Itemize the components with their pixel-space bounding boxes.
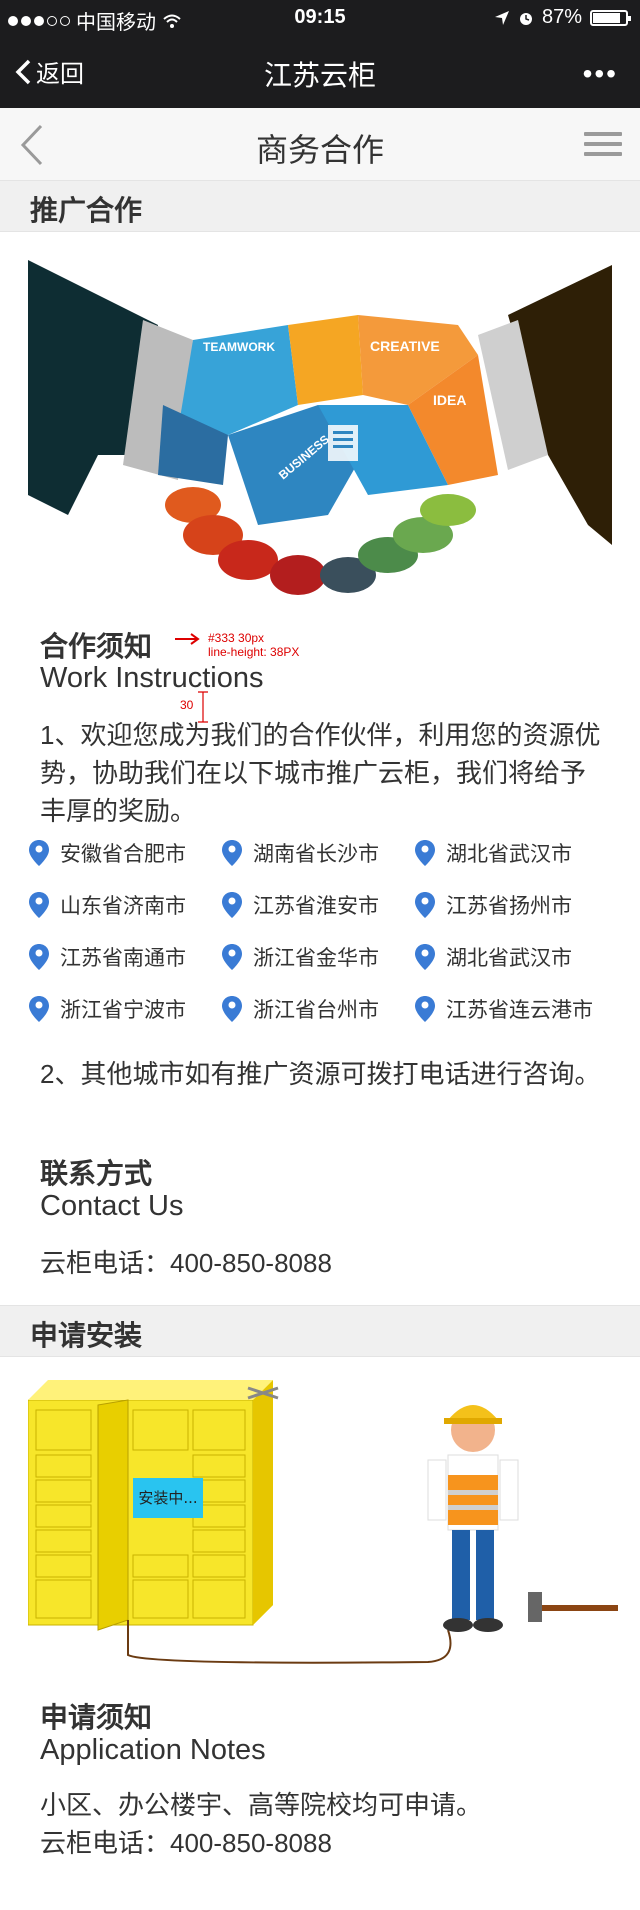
city-item: 湖北省武汉市 [414,838,572,868]
section-promo-title: 推广合作 [30,195,143,226]
handshake-illustration: TEAMWORK CREATIVE IDEA BUSINESS [28,260,612,595]
location-pin-icon [222,944,242,970]
teamwork-label: TEAMWORK [203,340,275,354]
location-pin-icon [29,996,49,1022]
style-annotation: #333 30px [208,631,265,645]
nav-title: 江苏云柜 [263,60,376,91]
alarm-icon [519,12,532,25]
location-pin-icon [29,944,49,970]
section-promo-header: 推广合作 [0,180,640,232]
page-title: 商务合作 [255,132,384,168]
city-item: 江苏省扬州市 [414,890,572,920]
location-pin-icon [415,892,435,918]
city-label: 浙江省台州市 [253,999,379,1022]
page-header: 商务合作 [0,108,640,181]
battery-icon [590,9,631,26]
city-item: 浙江省宁波市 [28,994,186,1024]
install-illustration: 安装中... [28,1380,618,1664]
notice-title-en: Work Instructions [40,662,264,694]
city-item: 湖北省武汉市 [414,942,572,972]
city-label: 江苏省淮安市 [253,895,379,918]
arrow-right-icon [175,633,200,645]
location-pin-icon [415,840,435,866]
city-label: 山东省济南市 [60,895,186,918]
section-install-title: 申请安装 [30,1320,143,1351]
location-pin-icon [222,996,242,1022]
status-bar: 中国移动 09:15 87% [0,0,640,36]
notice-title: 合作须知 [40,631,153,662]
paragraph-2: 2、其他城市如有推广资源可拨打电话进行咨询。 [40,1059,601,1089]
spacing-annotation: 30 [180,698,194,712]
city-item: 山东省济南市 [28,890,186,920]
location-pin-icon [415,944,435,970]
location-pin-icon [222,840,242,866]
nav-bar: 返回 江苏云柜 ••• [0,36,640,108]
city-label: 湖北省武汉市 [446,947,572,970]
contact-title-en: Contact Us [40,1190,184,1222]
location-pin-icon [415,996,435,1022]
city-label: 江苏省扬州市 [446,895,572,918]
city-label: 安徽省合肥市 [60,843,186,866]
city-item: 江苏省连云港市 [414,994,593,1024]
city-label: 湖北省武汉市 [446,843,572,866]
notes-title-en: Application Notes [40,1734,266,1766]
battery-percent: 87% [541,6,582,28]
contact-phone[interactable]: 云柜电话：400-850-8088 [40,1244,610,1282]
city-item: 江苏省淮安市 [221,890,379,920]
city-item: 安徽省合肥市 [28,838,186,868]
city-label: 江苏省连云港市 [446,999,593,1022]
notes-title: 申请须知 [40,1702,153,1733]
location-icon [494,10,509,25]
section-install-header: 申请安装 [0,1305,640,1357]
city-item: 江苏省南通市 [28,942,186,972]
location-pin-icon [29,840,49,866]
city-item: 浙江省金华市 [221,942,379,972]
location-pin-icon [29,892,49,918]
menu-icon[interactable] [584,132,622,162]
city-label: 浙江省宁波市 [60,999,186,1022]
contact-title: 联系方式 [40,1158,153,1189]
creative-label: CREATIVE [370,338,440,354]
city-item: 浙江省台州市 [221,994,379,1024]
more-button[interactable]: ••• [583,58,618,90]
idea-label: IDEA [433,392,466,408]
city-label: 江苏省南通市 [60,947,186,970]
paragraph-1: 1、欢迎您成为我们的合作伙伴，利用您的资源优势，协助我们在以下城市推广云柜，我们… [40,720,601,826]
location-pin-icon [222,892,242,918]
notes-line-1: 小区、办公楼宇、高等院校均可申请。 [40,1790,483,1820]
city-label: 湖南省长沙市 [253,843,379,866]
notes-line-2[interactable]: 云柜电话：400-850-8088 [40,1824,610,1862]
status-right: 87% [494,6,631,29]
city-item: 湖南省长沙市 [221,838,379,868]
lineheight-annotation: line-height: 38PX [208,645,300,659]
city-label: 浙江省金华市 [253,947,379,970]
locker-status-label: 安装中... [138,1489,197,1507]
